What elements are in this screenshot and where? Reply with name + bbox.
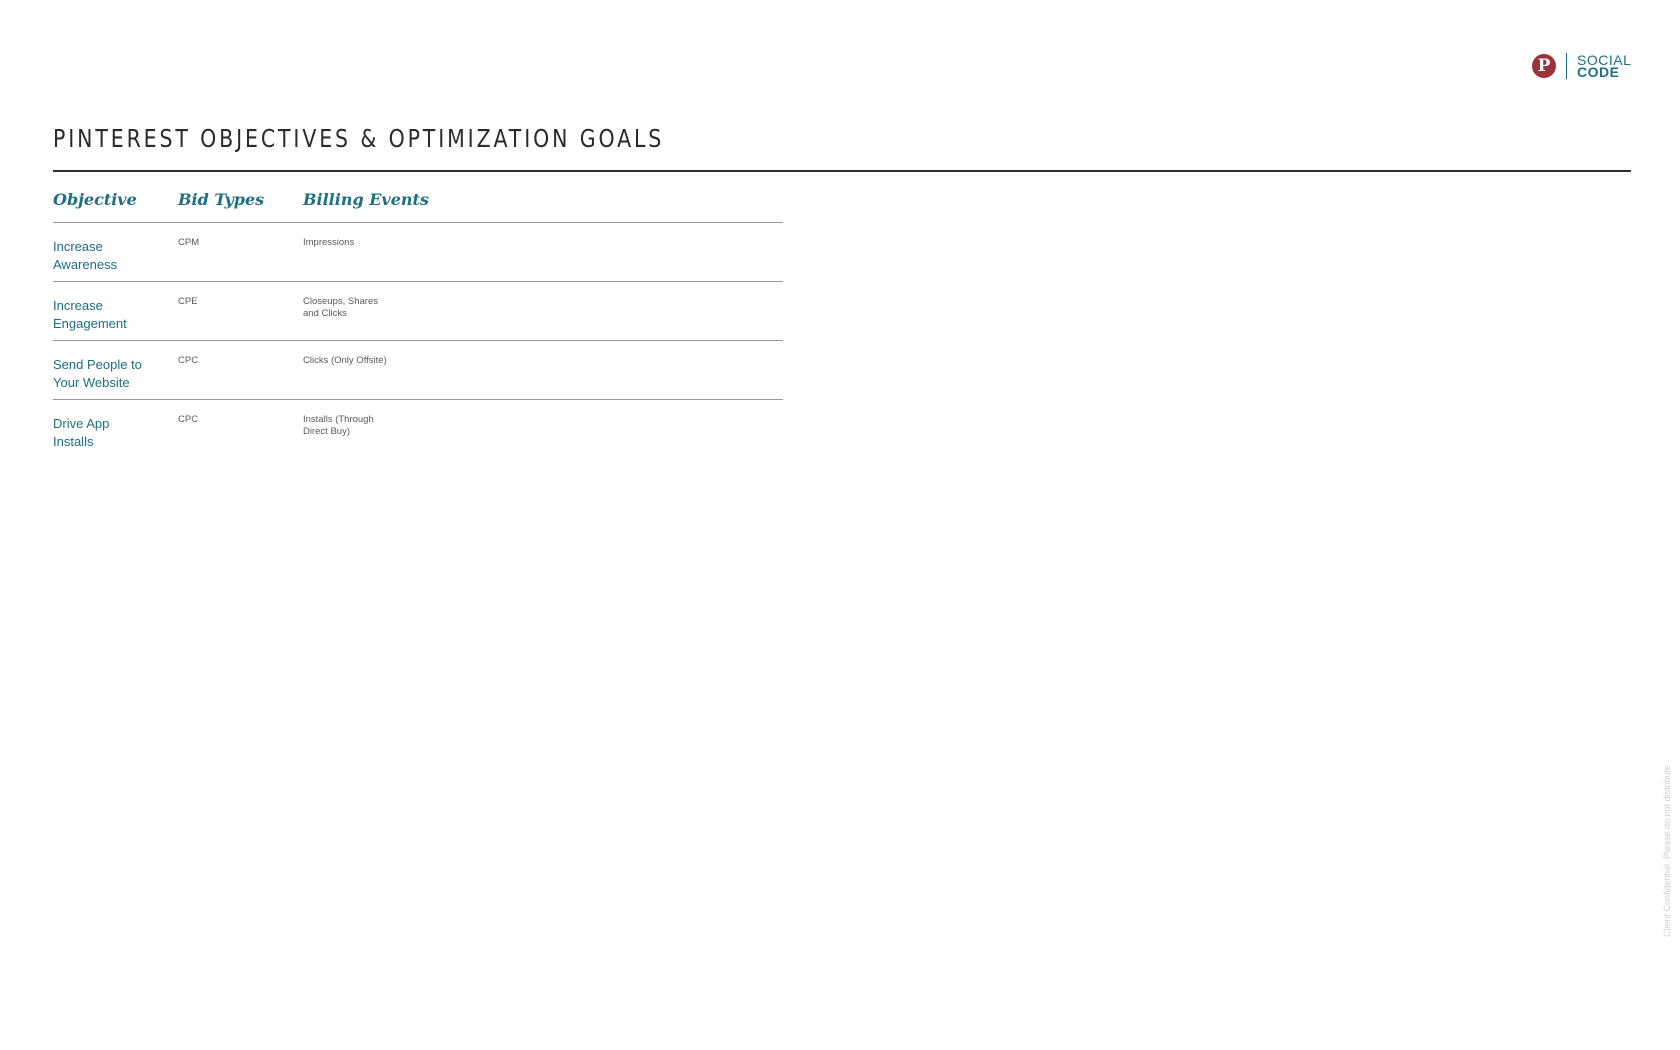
objective-cell: Increase Awareness xyxy=(53,239,118,272)
objective-cell: Drive App Installs xyxy=(53,416,110,449)
objective-cell: Increase Engagement xyxy=(53,298,127,331)
page-title: PINTEREST OBJECTIVES & OPTIMIZATION GOAL… xyxy=(53,124,665,153)
billing-event-cell: Closeups, Shares and Clicks xyxy=(303,296,378,319)
table-row: Increase Engagement CPE Closeups, Shares… xyxy=(53,282,783,341)
billing-event-cell: Installs (Through Direct Buy) xyxy=(303,414,374,437)
header-bid-types: Bid Types xyxy=(178,190,265,209)
billing-event-cell: Clicks (Only Offsite) xyxy=(303,355,387,366)
bid-type-cell: CPE xyxy=(178,296,198,307)
confidential-note: Client Confidential. Please do not distr… xyxy=(1662,764,1672,937)
logo-divider xyxy=(1566,53,1567,79)
objective-cell: Send People to Your Website xyxy=(53,357,142,390)
table-row: Send People to Your Website CPC Clicks (… xyxy=(53,341,783,400)
socialcode-logo: SOCIAL CODE xyxy=(1577,53,1631,80)
table-row: Increase Awareness CPM Impressions xyxy=(53,223,783,282)
objectives-table: Objective Bid Types Billing Events Incre… xyxy=(53,186,783,458)
pinterest-logo-icon: P xyxy=(1532,54,1556,78)
title-divider xyxy=(53,170,1631,172)
socialcode-logo-line2: CODE xyxy=(1577,64,1620,80)
table-row: Drive App Installs CPC Installs (Through… xyxy=(53,400,783,458)
bid-type-cell: CPC xyxy=(178,414,199,425)
billing-event-cell: Impressions xyxy=(303,237,355,248)
bid-type-cell: CPC xyxy=(178,355,199,366)
brand-logos: P SOCIAL CODE xyxy=(1532,50,1631,82)
header-billing-events: Billing Events xyxy=(303,190,429,209)
table-header: Objective Bid Types Billing Events xyxy=(53,186,783,223)
header-objective: Objective xyxy=(53,190,137,209)
bid-type-cell: CPM xyxy=(178,237,200,248)
